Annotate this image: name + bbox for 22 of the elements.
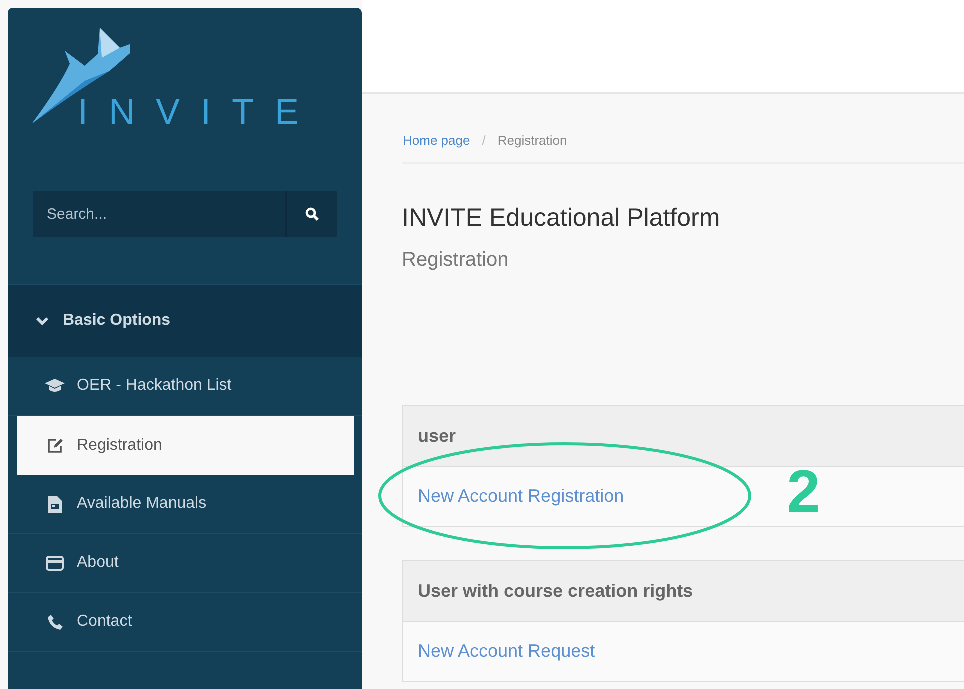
panel-heading: user — [403, 406, 964, 467]
page-subtitle: Registration — [402, 249, 510, 272]
phone-icon — [48, 614, 62, 630]
breadcrumb-separator: / — [481, 133, 487, 148]
edit-icon — [47, 438, 63, 454]
sidebar-item[interactable]: Contact — [8, 593, 362, 652]
breadcrumb-link[interactable]: Home page — [403, 133, 470, 148]
search-button[interactable] — [285, 191, 337, 237]
sidebar-item[interactable]: About — [8, 534, 362, 593]
logo-text: INVITE — [78, 94, 320, 130]
breadcrumb-current: Registration — [498, 133, 568, 148]
search-icon — [305, 207, 319, 221]
page-title: INVITE Educational Platform — [402, 204, 722, 233]
sidebar-item[interactable]: Available Manuals — [8, 475, 362, 534]
graduation-cap-icon — [45, 379, 65, 393]
search-field[interactable]: Search... — [33, 191, 285, 237]
sidebar-item[interactable]: Registration — [17, 416, 354, 475]
section-header[interactable]: Basic Options — [8, 284, 362, 357]
credit-card-icon — [46, 556, 64, 570]
section-label: Basic Options — [63, 312, 171, 330]
panel-heading: User with course creation rights — [403, 561, 964, 622]
document-icon — [48, 496, 62, 512]
